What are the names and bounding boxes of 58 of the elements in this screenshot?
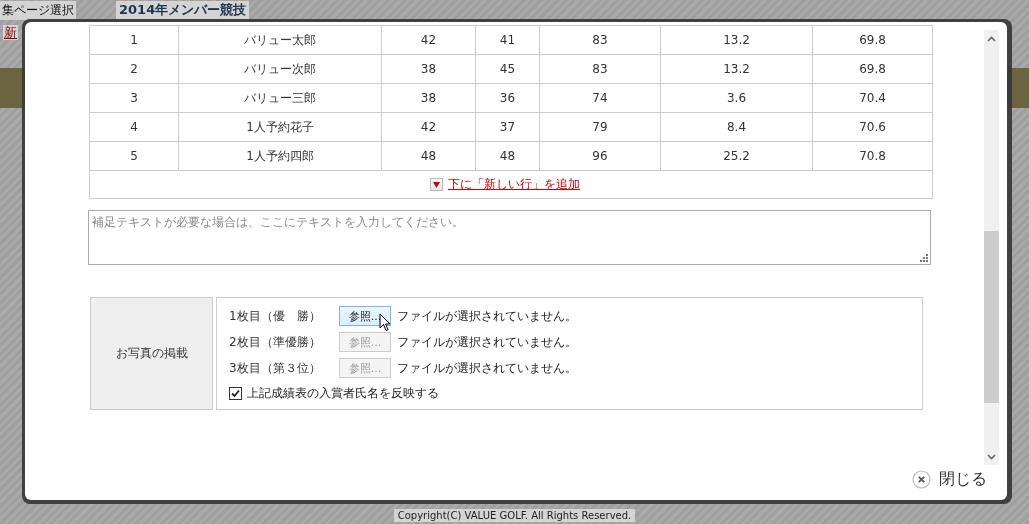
table-cell: 13.2 (660, 54, 813, 84)
table-cell: 3 (89, 83, 179, 113)
table-cell: 45 (475, 54, 540, 84)
table-cell: 1 (89, 25, 179, 55)
add-row-link[interactable]: 下に「新しい行」を追加 (448, 177, 580, 191)
file-label: 1枚目（優 勝） (229, 307, 322, 325)
table-cell: 25.2 (660, 141, 813, 171)
checkbox[interactable] (229, 387, 242, 400)
table-cell: 70.4 (812, 83, 933, 113)
table-cell: 3.6 (660, 83, 813, 113)
table-cell: バリュー次郎 (178, 54, 382, 84)
table-cell: 1人予約花子 (178, 112, 382, 142)
dropdown-arrow-icon[interactable] (430, 178, 443, 191)
copyright-text: Copyright(C) VALUE GOLF. All Rights Reserved. (393, 509, 636, 522)
file-status: ファイルが選択されていません。 (397, 333, 577, 351)
table-cell: 5 (89, 141, 179, 171)
table-cell: 1人予約四郎 (178, 141, 382, 171)
file-status: ファイルが選択されていません。 (397, 307, 577, 325)
browse-button[interactable]: 参照... (339, 306, 391, 326)
close-button[interactable]: 閉じる (912, 469, 987, 490)
note-field[interactable]: 補足テキストが必要な場合は、ここにテキストを入力してください。 (88, 210, 931, 265)
table-cell: 42 (381, 112, 476, 142)
table-cell: 36 (475, 83, 540, 113)
table-cell: 70.6 (812, 112, 933, 142)
table-cell: 4 (89, 112, 179, 142)
scrollbar-thumb[interactable] (984, 231, 999, 403)
table-cell: 13.2 (660, 25, 813, 55)
close-icon (912, 470, 931, 489)
table-cell: 79 (539, 112, 661, 142)
row-header-cell: お写真の掲載 (90, 297, 213, 410)
table-cell: 83 (539, 25, 661, 55)
table-cell: 48 (381, 141, 476, 171)
table-cell: 74 (539, 83, 661, 113)
table-cell: 69.8 (812, 54, 933, 84)
table-cell: 42 (381, 25, 476, 55)
file-label: 2枚目（準優勝） (229, 333, 322, 351)
file-status: ファイルが選択されていません。 (397, 359, 577, 377)
table-cell: 48 (475, 141, 540, 171)
table-cell: 69.8 (812, 25, 933, 55)
table-cell: 8.4 (660, 112, 813, 142)
new-link[interactable]: 新 (3, 25, 18, 40)
table-cell: バリュー太郎 (178, 25, 382, 55)
table-cell: 37 (475, 112, 540, 142)
mouse-pointer-icon (379, 313, 391, 332)
resize-grip-icon[interactable] (920, 254, 928, 262)
table-cell: 41 (475, 25, 540, 55)
table-cell: 83 (539, 54, 661, 84)
table-cell: 2 (89, 54, 179, 84)
table-cell: 38 (381, 83, 476, 113)
table-cell: バリュー三郎 (178, 83, 382, 113)
file-label: 3枚目（第３位） (229, 359, 322, 377)
menu-label: 集ページ選択 (0, 1, 76, 20)
page-heading: 2014年メンバー競技 (116, 1, 250, 19)
table-cell: 38 (381, 54, 476, 84)
table-cell: 70.8 (812, 141, 933, 171)
scrollbar[interactable] (984, 30, 999, 465)
table-cell: 96 (539, 141, 661, 171)
checkbox-label: 上記成績表の入賞者氏名を反映する (247, 385, 439, 402)
